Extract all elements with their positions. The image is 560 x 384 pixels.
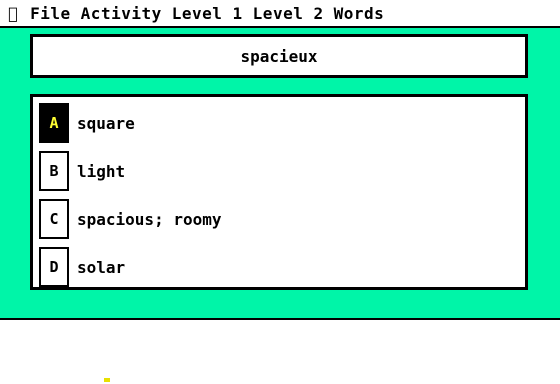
choice-c[interactable]: C spacious; roomy — [39, 199, 499, 239]
choice-a[interactable]: A square — [39, 103, 499, 143]
choice-text-d[interactable]: solar — [77, 258, 125, 277]
choice-letter-b[interactable]: B — [39, 151, 69, 191]
menu-level-2[interactable]: Level 2 — [253, 4, 324, 23]
menu-level-1[interactable]: Level 1 — [172, 4, 243, 23]
apple-icon[interactable]:  — [8, 4, 18, 23]
menu-file[interactable]: File — [30, 4, 71, 23]
text-cursor — [104, 378, 110, 382]
choice-b[interactable]: B light — [39, 151, 499, 191]
prompt-word: spacieux — [240, 46, 318, 66]
activity-panel: spacieux A square B light C spacious; ro… — [0, 28, 560, 320]
choice-text-c[interactable]: spacious; roomy — [77, 210, 222, 229]
menu-bar:  File Activity Level 1 Level 2 Words — [0, 0, 560, 28]
menu-words[interactable]: Words — [334, 4, 385, 23]
menu-activity[interactable]: Activity — [81, 4, 162, 23]
choice-d[interactable]: D solar — [39, 247, 499, 287]
choice-letter-d[interactable]: D — [39, 247, 69, 287]
choice-letter-a[interactable]: A — [39, 103, 69, 143]
choice-text-b[interactable]: light — [77, 162, 125, 181]
choice-letter-c[interactable]: C — [39, 199, 69, 239]
prompt-word-box: spacieux — [30, 34, 528, 78]
choices-list: A square B light C spacious; roomy D sol… — [30, 94, 528, 290]
choice-text-a[interactable]: square — [77, 114, 135, 133]
